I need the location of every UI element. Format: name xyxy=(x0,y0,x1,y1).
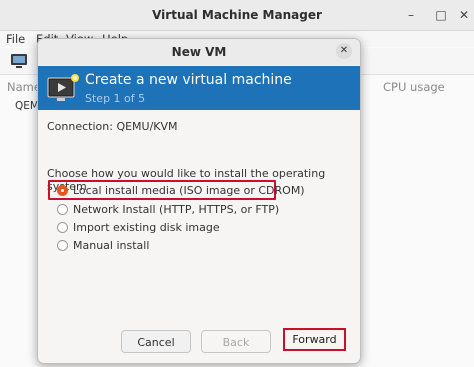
option-label: Network Install (HTTP, HTTPS, or FTP) xyxy=(73,203,280,216)
column-header-cpu[interactable]: CPU usage xyxy=(383,80,445,94)
new-vm-icon[interactable] xyxy=(10,53,28,69)
menu-file[interactable]: File xyxy=(6,32,25,46)
forward-button-label: Forward xyxy=(292,333,337,346)
dialog-title: New VM xyxy=(171,45,227,59)
monitor-icon xyxy=(47,74,79,101)
option-label: Import existing disk image xyxy=(73,221,220,234)
dialog-titlebar: New VM ✕ xyxy=(38,39,360,65)
close-icon[interactable]: ✕ xyxy=(336,43,352,59)
banner-step: Step 1 of 5 xyxy=(85,92,146,105)
option-label: Local install media (ISO image or CDROM) xyxy=(73,184,305,197)
cancel-button[interactable]: Cancel xyxy=(121,330,191,353)
banner-title: Create a new virtual machine xyxy=(85,72,292,88)
radio-unchecked-icon[interactable] xyxy=(57,204,68,215)
connection-value: QEMU/KVM xyxy=(116,120,178,133)
radio-checked-icon[interactable] xyxy=(57,185,68,196)
back-button[interactable]: Back xyxy=(201,330,271,353)
maximize-icon[interactable]: □ xyxy=(432,6,450,24)
column-header-name[interactable]: Name xyxy=(7,80,41,94)
close-window-icon[interactable]: ✕ xyxy=(455,6,473,24)
connection-info: Connection: QEMU/KVM xyxy=(47,120,178,133)
main-window-titlebar: Virtual Machine Manager – □ ✕ xyxy=(0,0,474,31)
forward-button[interactable]: Forward xyxy=(283,328,346,351)
connection-label: Connection: xyxy=(47,120,113,133)
wizard-banner: Create a new virtual machine Step 1 of 5 xyxy=(38,66,360,110)
radio-unchecked-icon[interactable] xyxy=(57,240,68,251)
minimize-icon[interactable]: – xyxy=(402,6,420,24)
option-label: Manual install xyxy=(73,239,150,252)
new-vm-dialog: New VM ✕ Create a new virtual machine St… xyxy=(37,38,361,364)
radio-unchecked-icon[interactable] xyxy=(57,222,68,233)
